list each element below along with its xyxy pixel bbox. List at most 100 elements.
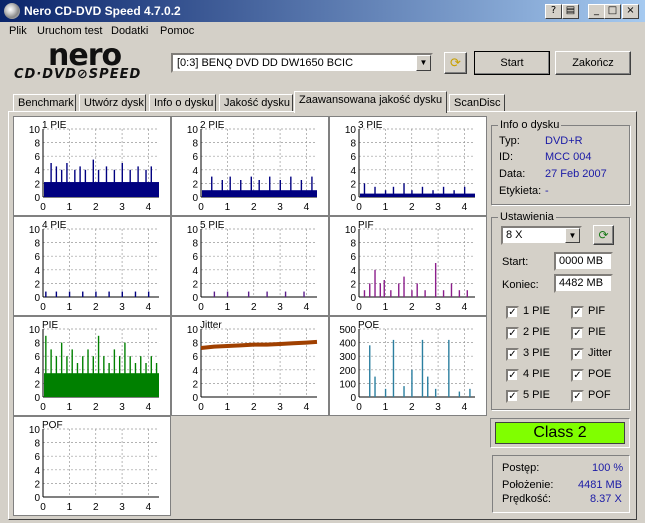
data-bar [45,335,47,397]
speed-select-value: 8 X [506,229,523,241]
chevron-down-icon[interactable]: ▼ [565,228,580,243]
checkbox-pie[interactable]: ✓ [571,327,584,340]
speed-value: 8.37 X [590,493,622,505]
x-tick-label: 2 [93,302,99,313]
position-value: 4481 MB [578,479,623,491]
y-tick-label: 100 [339,379,356,390]
checkbox-4-pie[interactable]: ✓ [506,369,519,382]
chart-title: 3 PIE [358,120,383,131]
chevron-down-icon[interactable]: ▼ [416,55,431,71]
chart-4-pie: 0 2 4 6 8 10 0 1 2 3 4 4 PIE [13,216,171,316]
menu-plik[interactable]: Plik [9,25,27,37]
data-bar [421,186,424,197]
drive-select[interactable]: [0:3] BENQ DVD DD DW1650 BCIC ▼ [171,53,433,73]
checkbox-pof[interactable]: ✓ [571,390,584,403]
chart-svg: 02468100 1 2 3 42 PIE [187,120,317,213]
chart-title: 2 PIE [200,120,225,131]
tab-zaawansowana-jakosc-dysku[interactable]: Zaawansowana jakość dysku [294,91,447,113]
data-bar [374,376,376,397]
refresh-drives-button[interactable]: ⟳ [444,52,467,74]
tab-benchmark[interactable]: Benchmark [13,94,76,112]
x-tick-label: 2 [93,402,99,413]
checkbox-pif[interactable]: ✓ [571,306,584,319]
chart-svg: 02468100 1 2 3 45 PIE [187,220,317,313]
drive-select-value: [0:3] BENQ DVD DD DW1650 BCIC [177,57,354,69]
y-tick-label: 10 [187,225,199,236]
data-bar [108,291,110,297]
y-tick-label: 6 [34,452,40,463]
end-input[interactable]: 4482 MB [554,274,613,293]
chart-svg: 01002003004005000 1 2 3 4POE [339,320,475,413]
data-bar [113,169,116,197]
data-bar [403,183,405,197]
data-bar [311,176,313,197]
menu-uruchom-test[interactable]: Uruchom test [37,25,102,37]
data-bar [369,283,371,297]
help-icon[interactable]: ? [545,4,562,19]
class-result-box: Class 2 [490,418,630,448]
data-bar [458,290,461,297]
x-tick-label: 1 [67,502,73,513]
chart-pof: 0 2 4 6 8 10 0 1 2 3 4 POF [13,416,171,516]
chart-title: PIE [42,320,58,331]
tab-scandisc[interactable]: ScanDisc [449,94,505,112]
tab-jakosc-dysku[interactable]: Jakość dysku [219,94,293,112]
refresh-speed-button[interactable]: ⟳ [593,225,614,245]
checkbox-3-pie[interactable]: ✓ [506,348,519,361]
start-button[interactable]: Start [474,51,550,75]
tab-info-o-dysku[interactable]: Info o dysku [149,94,216,112]
data-bar [266,291,268,297]
checkbox-label: POF [588,389,611,401]
x-tick-label: 1 [383,302,389,313]
y-tick-label: 10 [29,125,41,136]
data-bar [84,169,87,197]
x-tick-label: 3 [119,502,125,513]
checkbox-label: 4 PIE [523,368,550,380]
menu-pomoc[interactable]: Pomoc [160,25,194,37]
checkbox-label: 1 PIE [523,305,550,317]
y-tick-label: 10 [29,425,41,436]
y-tick-label: 4 [34,166,40,177]
data-bar [384,388,387,397]
close-button[interactable]: Zakończ [555,51,631,75]
x-tick-label: 4 [146,402,152,413]
data-bar [45,291,47,297]
menu-dodatki[interactable]: Dodatki [111,25,148,37]
data-bar [434,263,437,297]
y-tick-label: 6 [350,252,356,263]
data-bar [279,180,281,197]
y-tick-label: 6 [34,152,40,163]
save-icon[interactable]: ▤ [562,4,579,19]
data-bar [150,356,152,397]
speed-select[interactable]: 8 X ▼ [501,226,582,245]
y-tick-label: 2 [34,279,40,290]
x-tick-label: 0 [198,402,204,413]
data-bar [82,356,84,397]
x-tick-label: 0 [356,302,362,313]
minimize-button[interactable]: _ [588,4,605,19]
data-bar [284,291,287,297]
close-window-button[interactable]: × [622,4,639,19]
data-bar [392,186,395,197]
checkbox-poe[interactable]: ✓ [571,369,584,382]
checkbox-5-pie[interactable]: ✓ [506,390,519,403]
y-tick-label: 8 [350,139,356,150]
checkbox-1-pie[interactable]: ✓ [506,306,519,319]
y-tick-label: 8 [350,239,356,250]
x-tick-label: 3 [119,302,125,313]
data-bar [74,169,76,197]
data-bar [383,280,385,297]
y-tick-label: 200 [339,366,356,377]
x-tick-label: 4 [146,202,152,213]
data-bar [411,190,413,197]
maximize-button[interactable]: □ [604,4,621,19]
start-input[interactable]: 0000 MB [554,252,613,271]
speed-label: Prędkość: [502,493,551,505]
checkbox-jitter[interactable]: ✓ [571,348,584,361]
checkbox-2-pie[interactable]: ✓ [506,327,519,340]
y-tick-label: 4 [192,266,198,277]
data-bar [145,363,147,397]
y-tick-label: 10 [29,325,41,336]
tab-utworz-dysk[interactable]: Utwórz dysk [79,94,146,112]
data-bar [247,291,250,297]
